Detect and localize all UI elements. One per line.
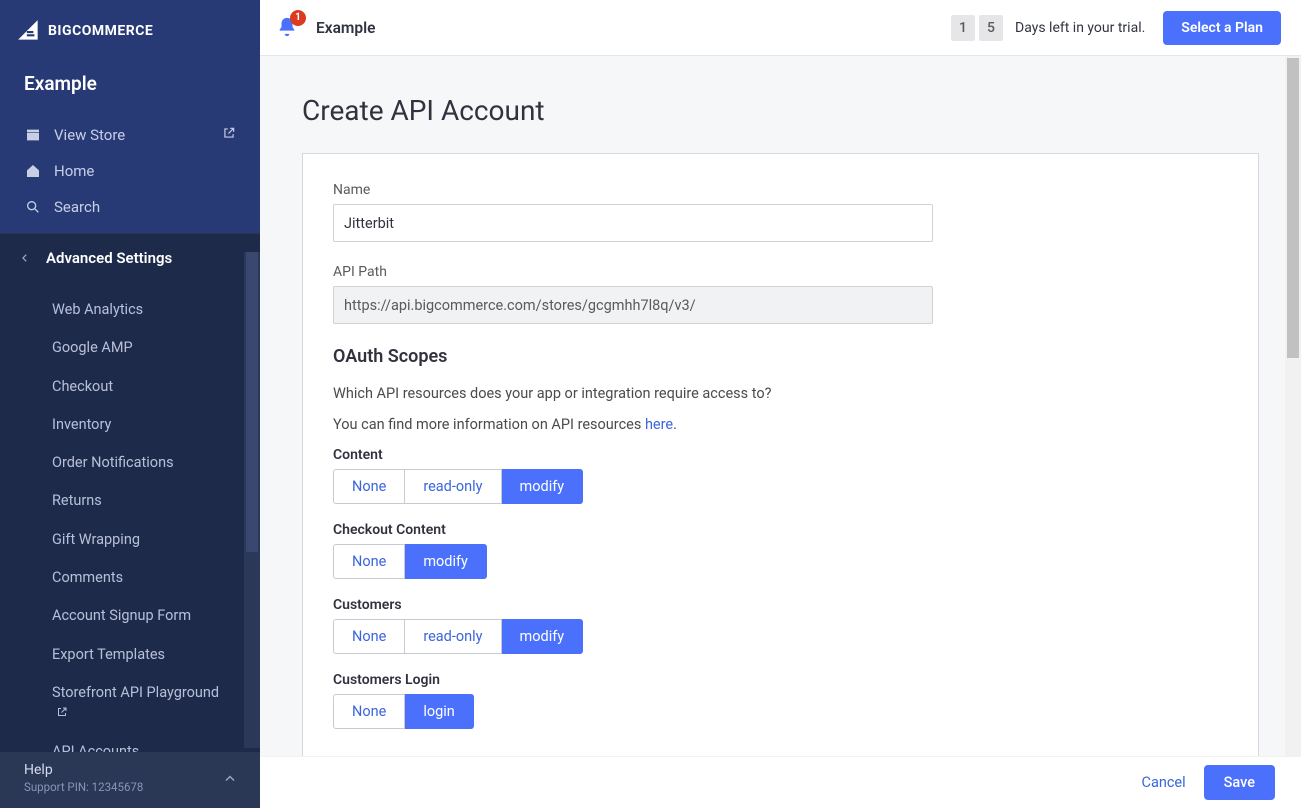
- sidebar-item-comments[interactable]: Comments: [0, 559, 260, 597]
- section-label: Advanced Settings: [46, 249, 172, 267]
- sidebar-item-export-templates[interactable]: Export Templates: [0, 636, 260, 674]
- scope-label: Content: [333, 447, 1228, 463]
- scope-option-none[interactable]: None: [333, 469, 405, 504]
- home-icon: [24, 162, 42, 180]
- scope-label: Checkout Content: [333, 522, 1228, 538]
- scope-segment-checkout-content: Nonemodify: [333, 544, 1228, 579]
- nav-search[interactable]: Search: [0, 189, 260, 225]
- api-resources-link[interactable]: here: [645, 416, 673, 433]
- name-label: Name: [333, 182, 1228, 198]
- scope-segment-content: Noneread-onlymodify: [333, 469, 1228, 504]
- trial-digit: 1: [951, 15, 975, 41]
- sidebar-item-api-accounts[interactable]: API Accounts: [0, 733, 260, 752]
- logo-icon: [16, 18, 42, 44]
- apipath-input[interactable]: [333, 286, 933, 324]
- sidebar-item-google-amp[interactable]: Google AMP: [0, 329, 260, 367]
- sidebar-item-storefront-api-playground[interactable]: Storefront API Playground: [0, 674, 260, 733]
- sidebar-item-returns[interactable]: Returns: [0, 482, 260, 520]
- help-footer[interactable]: Help Support PIN: 12345678: [0, 752, 260, 808]
- notification-badge: 1: [290, 10, 306, 26]
- trial-days: 1 5: [951, 15, 1003, 41]
- help-label: Help: [24, 762, 236, 778]
- scope-option-modify[interactable]: modify: [405, 544, 487, 579]
- page-title: Create API Account: [302, 94, 1259, 127]
- scope-option-read-only[interactable]: read-only: [405, 469, 501, 504]
- nav-home[interactable]: Home: [0, 153, 260, 189]
- oauth-scopes-heading: OAuth Scopes: [333, 346, 1228, 367]
- sidebar-item-web-analytics[interactable]: Web Analytics: [0, 291, 260, 329]
- helper-text-2: You can find more information on API res…: [333, 416, 1228, 433]
- external-link-icon: [56, 706, 68, 718]
- section-advanced-settings[interactable]: Advanced Settings: [0, 233, 260, 281]
- trial-text: Days left in your trial.: [1015, 20, 1145, 36]
- scope-segment-customers-login: Nonelogin: [333, 694, 1228, 729]
- scope-option-modify[interactable]: modify: [502, 469, 584, 504]
- select-plan-button[interactable]: Select a Plan: [1163, 11, 1281, 45]
- cancel-button[interactable]: Cancel: [1142, 774, 1186, 791]
- scope-option-modify[interactable]: modify: [502, 619, 584, 654]
- trial-digit: 5: [979, 15, 1003, 41]
- external-link-icon: [222, 126, 236, 144]
- scope-option-read-only[interactable]: read-only: [405, 619, 501, 654]
- scope-option-none[interactable]: None: [333, 619, 405, 654]
- brand-logo[interactable]: BIGCOMMERCE: [0, 0, 260, 62]
- sidebar-item-account-signup-form[interactable]: Account Signup Form: [0, 597, 260, 635]
- scope-label: Customers: [333, 597, 1228, 613]
- save-button[interactable]: Save: [1204, 765, 1275, 800]
- sidebar-item-checkout[interactable]: Checkout: [0, 368, 260, 406]
- nav-label: Search: [54, 198, 100, 216]
- sidebar-item-order-notifications[interactable]: Order Notifications: [0, 444, 260, 482]
- support-pin: Support PIN: 12345678: [24, 780, 236, 794]
- sidebar-scrollbar[interactable]: [244, 252, 260, 748]
- scope-label: Customers Login: [333, 672, 1228, 688]
- chevron-left-icon: [20, 248, 32, 267]
- scope-option-login[interactable]: login: [405, 694, 473, 729]
- scope-option-none[interactable]: None: [333, 694, 405, 729]
- notifications-button[interactable]: 1: [276, 16, 300, 40]
- sidebar-item-inventory[interactable]: Inventory: [0, 406, 260, 444]
- name-input[interactable]: [333, 204, 933, 242]
- brand-text: BIGCOMMERCE: [48, 23, 153, 39]
- sidebar: BIGCOMMERCE Example View Store Home Sear…: [0, 0, 260, 808]
- footer-actions: Cancel Save: [260, 756, 1301, 808]
- store-name: Example: [0, 62, 260, 113]
- nav-label: View Store: [54, 126, 125, 144]
- chevron-up-icon: [224, 770, 236, 789]
- topbar-store-name: Example: [316, 19, 375, 37]
- content-scrollbar-thumb[interactable]: [1287, 58, 1299, 358]
- scope-segment-customers: Noneread-onlymodify: [333, 619, 1228, 654]
- scope-option-none[interactable]: None: [333, 544, 405, 579]
- content: Create API Account Name API Path OAuth S…: [260, 56, 1301, 756]
- helper-text-1: Which API resources does your app or int…: [333, 385, 1228, 402]
- main: 1 Example 1 5 Days left in your trial. S…: [260, 0, 1301, 808]
- nav-label: Home: [54, 162, 94, 180]
- subnav: Web AnalyticsGoogle AMPCheckoutInventory…: [0, 281, 260, 752]
- apipath-label: API Path: [333, 264, 1228, 280]
- search-icon: [24, 198, 42, 216]
- topbar: 1 Example 1 5 Days left in your trial. S…: [260, 0, 1301, 56]
- storefront-icon: [24, 126, 42, 144]
- nav-view-store[interactable]: View Store: [0, 117, 260, 153]
- sidebar-item-gift-wrapping[interactable]: Gift Wrapping: [0, 521, 260, 559]
- form-card: Name API Path OAuth Scopes Which API res…: [302, 153, 1259, 756]
